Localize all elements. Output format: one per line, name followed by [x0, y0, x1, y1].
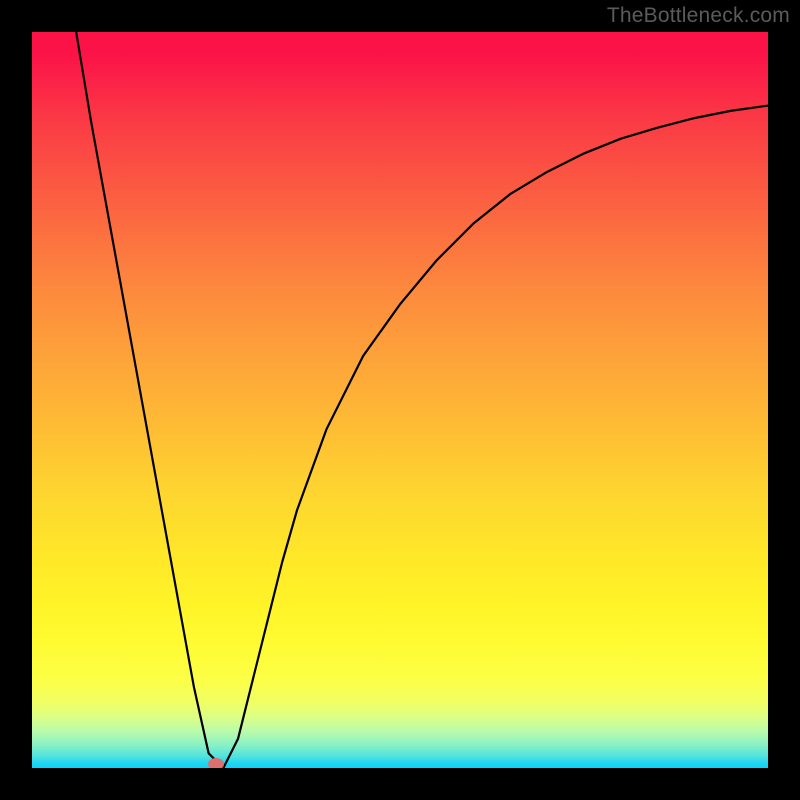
curve-layer	[32, 32, 768, 768]
watermark: TheBottleneck.com	[607, 4, 790, 28]
bottleneck-curve	[76, 32, 768, 768]
chart-frame: TheBottleneck.com	[0, 0, 800, 800]
minimum-marker	[208, 758, 224, 768]
plot-area	[32, 32, 768, 768]
